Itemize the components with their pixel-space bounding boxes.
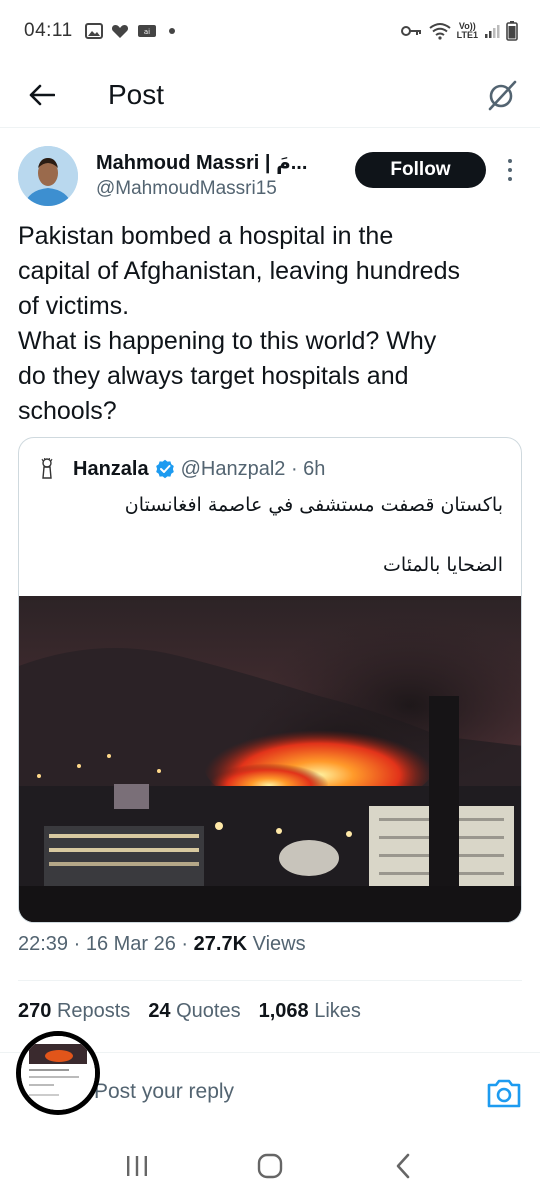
views-label: Views <box>247 933 306 955</box>
handala-avatar-icon <box>41 458 53 479</box>
verified-badge-icon <box>155 459 174 479</box>
more-options-button[interactable] <box>500 154 520 186</box>
gallery-icon <box>84 23 103 39</box>
home-button[interactable] <box>250 1146 290 1186</box>
author-row: Mahmoud Massri | مَ... @MahmoudMassri15 … <box>0 140 540 212</box>
wifi-icon <box>429 23 451 40</box>
chevron-left-icon <box>397 1153 410 1179</box>
tweet-text: Pakistan bombed a hospital in the capita… <box>18 222 460 425</box>
back-button[interactable] <box>18 71 66 119</box>
status-bar: 04:11 ai Vo)) LTE1 <box>0 0 540 62</box>
key-icon <box>400 26 421 36</box>
status-time: 04:11 <box>24 20 73 41</box>
reply-composer-bar[interactable]: Post your reply <box>0 1031 540 1132</box>
reply-input[interactable]: Post your reply <box>94 1080 234 1104</box>
more-dot-icon <box>508 177 512 181</box>
quoted-author-avatar <box>35 457 59 481</box>
network-type-label: Vo)) LTE1 <box>457 22 478 40</box>
lte-label: LTE1 <box>456 30 478 40</box>
views-count: 27.7K <box>193 933 248 955</box>
recent-apps-button[interactable] <box>117 1146 157 1186</box>
grok-icon <box>488 80 517 110</box>
quoted-post-card[interactable]: Hanzala @Hanzpal2 · 6h باكستان قصفت مستش… <box>18 437 522 923</box>
arrow-left-icon <box>29 84 55 105</box>
more-notifications-dot <box>168 28 175 34</box>
quoted-post-header: Hanzala @Hanzpal2 · 6h <box>35 456 325 482</box>
post-timestamp-views: 22:39 · 16 Mar 26 · 27.7K Views <box>18 933 306 956</box>
engagement-stats: 270 Reposts 24 Quotes 1,068 Likes <box>18 1000 361 1023</box>
reposts-label: Reposts <box>56 1000 131 1022</box>
quoted-author-name: Hanzala <box>73 457 149 480</box>
reposts-count: 270 <box>18 1000 52 1022</box>
more-dot-icon <box>508 159 512 163</box>
heart-icon <box>111 25 128 38</box>
quotes-count: 24 <box>148 1000 171 1022</box>
screenshot-thumbnail-overlay[interactable] <box>16 1031 100 1115</box>
follow-button[interactable]: Follow <box>355 152 486 188</box>
divider <box>18 980 522 981</box>
screenshot-thumbnail-image <box>21 1036 95 1110</box>
app-notification-icon: ai <box>137 25 156 37</box>
quoted-author-handle: @Hanzpal2 · 6h <box>180 457 326 480</box>
battery-icon <box>506 21 518 41</box>
quotes-label: Quotes <box>176 1000 241 1022</box>
camera-icon[interactable] <box>486 1077 522 1109</box>
quoted-post-image[interactable] <box>19 596 522 923</box>
system-navigation-bar <box>0 1132 540 1200</box>
likes-stat[interactable]: 1,068 Likes <box>259 1000 361 1023</box>
likes-label: Likes <box>314 1000 361 1022</box>
back-nav-button[interactable] <box>383 1146 423 1186</box>
quoted-post-text-line-2: الضحايا بالمئات <box>383 554 503 576</box>
app-header: Post <box>0 62 540 128</box>
page-title: Post <box>108 78 165 110</box>
post-timestamp: 22:39 · 16 Mar 26 · <box>18 933 194 955</box>
author-handle[interactable]: @MahmoudMassri15 <box>96 178 277 200</box>
reposts-stat[interactable]: 270 Reposts <box>18 1000 130 1023</box>
author-name[interactable]: Mahmoud Massri | مَ... <box>96 150 336 175</box>
quoted-post-text-line-1: باكستان قصفت مستشفى في عاصمة افغانستان <box>124 494 503 516</box>
quotes-stat[interactable]: 24 Quotes <box>148 1000 240 1023</box>
status-left-icons: ai <box>84 23 175 39</box>
status-right-icons: Vo)) LTE1 <box>400 21 518 41</box>
recent-apps-icon <box>126 1156 147 1176</box>
svg-text:ai: ai <box>144 28 150 36</box>
home-icon <box>257 1153 283 1179</box>
likes-count: 1,068 <box>258 1000 309 1022</box>
signal-icon <box>485 25 500 38</box>
author-avatar[interactable] <box>18 146 78 206</box>
author-avatar-image <box>18 146 78 206</box>
grok-button[interactable] <box>482 75 522 115</box>
more-dot-icon <box>508 168 512 172</box>
